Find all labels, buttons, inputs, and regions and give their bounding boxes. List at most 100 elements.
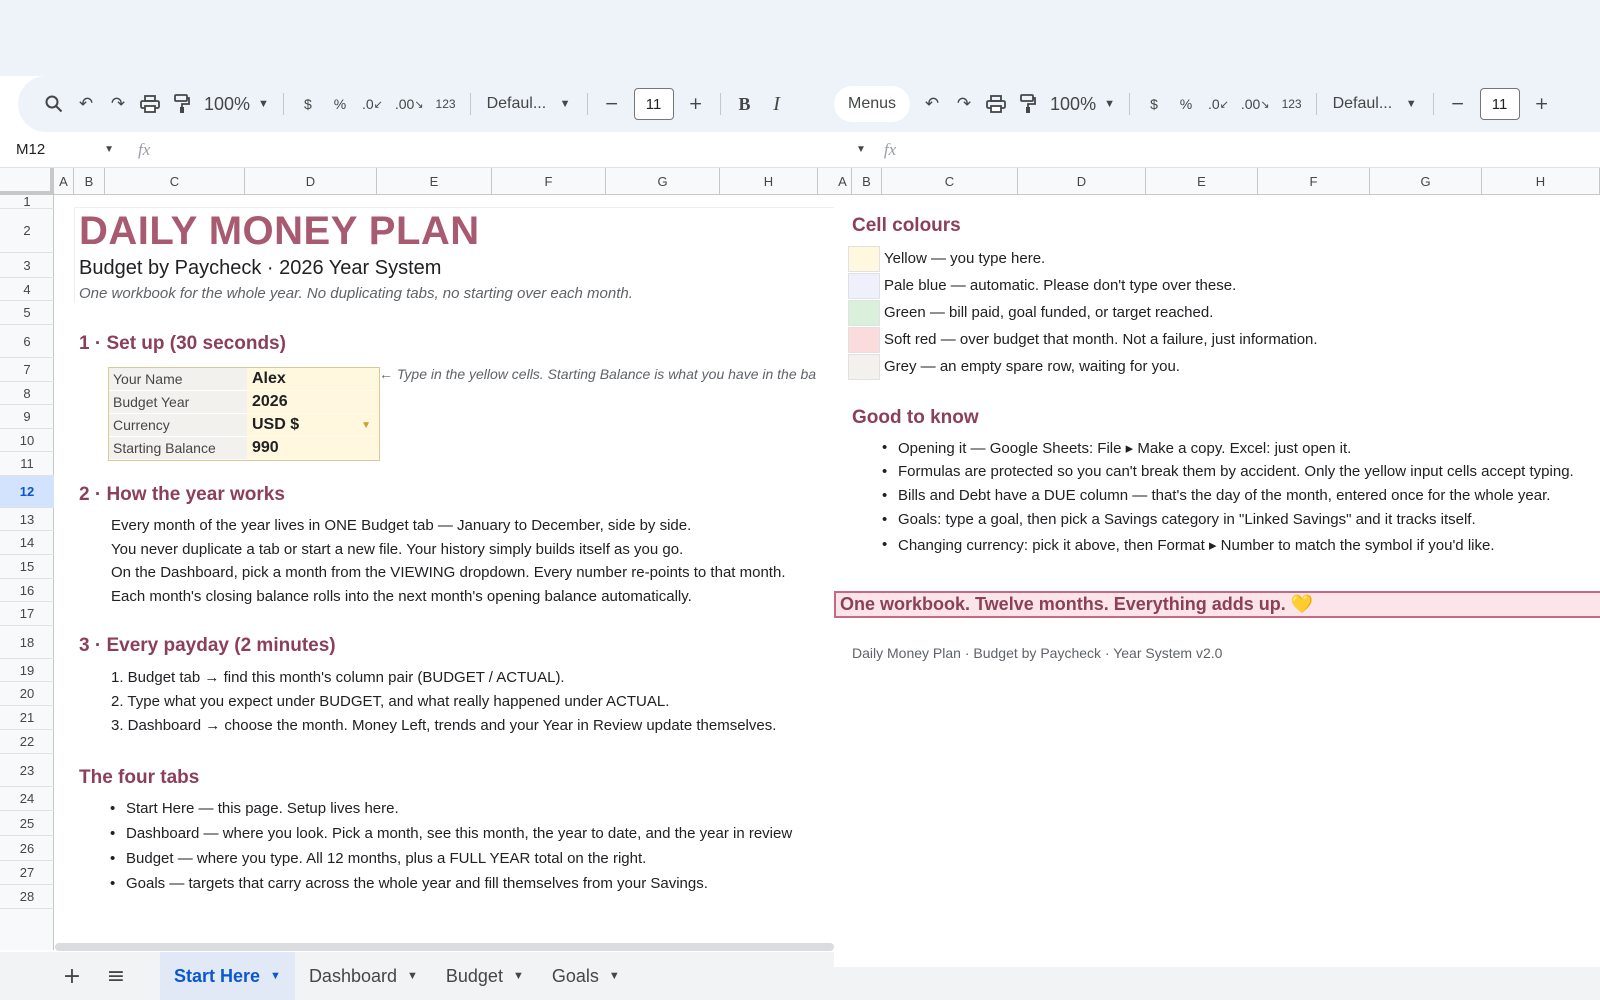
zoom-select[interactable]: 100% ▼ [1044,88,1121,120]
select-all-corner[interactable] [0,168,54,195]
row-header-13[interactable]: 13 [0,508,54,531]
percent-format-button[interactable]: % [324,88,356,120]
font-size-input[interactable]: 11 [633,88,674,120]
currency-format-button[interactable]: $ [292,88,324,120]
tip-bullet: Goals: type a goal, then pick a Savings … [882,511,1476,528]
column-header-d[interactable]: D [1018,168,1146,195]
column-header-f[interactable]: F [492,168,606,195]
chevron-down-icon[interactable]: ▼ [856,144,866,155]
row-header-14[interactable]: 14 [0,531,54,555]
column-header-h[interactable]: H [1482,168,1600,195]
currency-value: USD $ [252,416,300,433]
more-formats-button[interactable]: 123 [1276,88,1308,120]
sheet-grid-left[interactable]: DAILY MONEY PLAN Budget by Paycheck · 20… [55,195,834,940]
row-header-20[interactable]: 20 [0,682,54,706]
column-header-c[interactable]: C [105,168,245,195]
chevron-down-icon: ▼ [361,419,371,431]
search-icon[interactable] [38,88,70,120]
redo-icon[interactable]: ↷ [948,88,980,120]
font-select[interactable]: Defaul... ▼ [1325,95,1425,113]
row-header-11[interactable]: 11 [0,452,54,476]
row-header-2[interactable]: 2 [0,209,54,253]
bold-button[interactable]: B [729,88,761,120]
column-header-a[interactable]: A [834,168,852,195]
row-header-4[interactable]: 4 [0,278,54,301]
undo-icon[interactable]: ↶ [70,88,102,120]
increase-decimal-button[interactable]: .00 ↘ [389,88,430,120]
column-header-c[interactable]: C [882,168,1018,195]
decrease-decimal-button[interactable]: .0 ↙ [1202,88,1235,120]
column-header-e[interactable]: E [1146,168,1258,195]
column-header-a[interactable]: A [54,168,74,195]
column-header-e[interactable]: E [377,168,492,195]
row-header-5[interactable]: 5 [0,301,54,325]
font-size-increase-button[interactable]: + [1526,88,1558,120]
row-header-17[interactable]: 17 [0,602,54,626]
starting-balance-input[interactable]: 990 [247,437,379,460]
row-header-25[interactable]: 25 [0,811,54,836]
column-header-g[interactable]: G [1370,168,1482,195]
italic-button[interactable]: I [761,88,793,120]
row-header-19[interactable]: 19 [0,659,54,682]
row-header-12[interactable]: 12 [0,476,54,508]
row-header-6[interactable]: 6 [0,325,54,358]
column-header-b[interactable]: B [852,168,882,195]
row-header-9[interactable]: 9 [0,405,54,429]
font-size-input[interactable]: 11 [1479,88,1520,120]
tab-budget[interactable]: Budget ▼ [432,952,538,1000]
currency-dropdown[interactable]: USD $ ▼ [247,414,379,437]
tab-start-here[interactable]: Start Here ▼ [160,952,295,1000]
column-header-f[interactable]: F [1258,168,1370,195]
redo-icon[interactable]: ↷ [102,88,134,120]
row-header-22[interactable]: 22 [0,730,54,754]
all-sheets-menu-icon[interactable]: ≡ [94,954,138,998]
budget-year-input[interactable]: 2026 [247,391,379,414]
row-header-21[interactable]: 21 [0,706,54,730]
undo-icon[interactable]: ↶ [916,88,948,120]
print-icon[interactable] [980,88,1012,120]
row-header-16[interactable]: 16 [0,579,54,602]
row-header-15[interactable]: 15 [0,555,54,579]
row-header-23[interactable]: 23 [0,754,54,787]
row-header-7[interactable]: 7 [0,358,54,382]
font-size-decrease-button[interactable]: − [1442,88,1474,120]
paint-format-icon[interactable] [1012,88,1044,120]
decrease-decimal-button[interactable]: .0 ↙ [356,88,389,120]
sheet-grid-right[interactable]: Cell colours Yellow — you type here. Pal… [834,195,1600,967]
font-select[interactable]: Defaul... ▼ [479,95,579,113]
payday-step: 2. Type what you expect under BUDGET, an… [111,693,670,710]
column-header-h[interactable]: H [720,168,818,195]
increase-decimal-button[interactable]: .00 ↘ [1235,88,1276,120]
name-input[interactable]: Alex [247,368,379,391]
tab-dashboard[interactable]: Dashboard ▼ [295,952,432,1000]
tab-goals[interactable]: Goals ▼ [538,952,634,1000]
row-header-18[interactable]: 18 [0,626,54,659]
font-size-decrease-button[interactable]: − [596,88,628,120]
toolbar-divider [282,93,284,115]
horizontal-scrollbar[interactable] [55,943,834,951]
more-formats-button[interactable]: 123 [430,88,462,120]
row-header-10[interactable]: 10 [0,429,54,452]
font-size-increase-button[interactable]: + [680,88,712,120]
column-header-b[interactable]: B [74,168,105,195]
paint-format-icon[interactable] [166,88,198,120]
name-box[interactable]: M12 ▼ [0,141,120,158]
row-header-1[interactable]: 1 [0,194,54,209]
row-header-26[interactable]: 26 [0,836,54,861]
legend-text: Yellow — you type here. [884,250,1046,267]
toolbar-divider [469,93,471,115]
zoom-select[interactable]: 100% ▼ [198,88,275,120]
print-icon[interactable] [134,88,166,120]
currency-format-button[interactable]: $ [1138,88,1170,120]
percent-format-button[interactable]: % [1170,88,1202,120]
row-header-3[interactable]: 3 [0,253,54,278]
menus-button[interactable]: Menus [834,86,911,122]
row-header-27[interactable]: 27 [0,861,54,885]
column-header-d[interactable]: D [245,168,377,195]
column-header-g[interactable]: G [606,168,720,195]
row-header-24[interactable]: 24 [0,787,54,811]
row-header-28[interactable]: 28 [0,885,54,909]
add-sheet-icon[interactable]: + [50,954,94,998]
formula-bar-left: M12 ▼ fx [0,132,834,168]
row-header-8[interactable]: 8 [0,382,54,405]
